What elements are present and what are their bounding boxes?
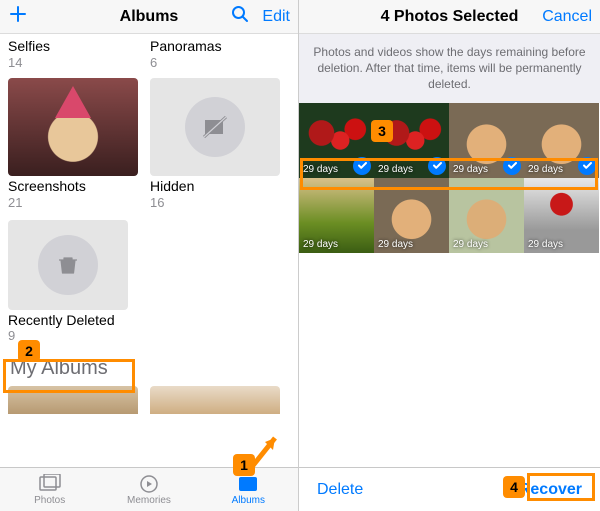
album-name: Screenshots — [8, 178, 138, 195]
days-remaining-label: 29 days — [453, 239, 488, 250]
album-recently-deleted[interactable]: Recently Deleted 9 — [8, 220, 138, 344]
days-remaining-label: 29 days — [303, 164, 338, 175]
album-screenshots[interactable]: Screenshots 21 — [8, 78, 138, 210]
search-icon — [230, 4, 250, 24]
deleted-photos-grid: 29 days 29 days 29 days 29 days 29 days 29 da… — [299, 103, 600, 253]
album-hidden[interactable]: Hidden 16 — [150, 78, 280, 210]
album-thumbnail — [8, 220, 128, 310]
album-count: 21 — [8, 195, 138, 210]
party-hat-icon — [55, 86, 91, 118]
selected-checkmark-icon — [428, 157, 446, 175]
album-panoramas[interactable]: Panoramas 6 — [150, 36, 280, 70]
tab-bar: Photos Memories Albums — [0, 467, 298, 511]
album-count: 6 — [150, 55, 280, 70]
photo-cell[interactable]: 29 days — [449, 178, 524, 253]
tab-label: Albums — [232, 495, 265, 506]
photo-cell[interactable]: 29 days — [374, 178, 449, 253]
days-remaining-label: 29 days — [303, 239, 338, 250]
days-remaining-label: 29 days — [378, 164, 413, 175]
selected-checkmark-icon — [578, 157, 596, 175]
albums-navbar: Albums Edit — [0, 0, 298, 34]
album-selfies[interactable]: Selfies 14 — [8, 36, 138, 70]
album-count: 9 — [8, 328, 138, 343]
hidden-icon — [185, 97, 245, 157]
photo-cell[interactable]: 29 days — [299, 178, 374, 253]
tab-photos[interactable]: Photos — [0, 468, 99, 511]
selected-checkmark-icon — [353, 157, 371, 175]
album-name: Selfies — [8, 38, 138, 55]
photo-cell[interactable]: 29 days — [299, 103, 374, 178]
album-name: Recently Deleted — [8, 312, 138, 329]
album-thumbnail — [8, 78, 138, 176]
album-thumbnail-partial[interactable] — [8, 386, 138, 414]
album-name: Hidden — [150, 178, 280, 195]
photo-cell[interactable]: 29 days — [524, 178, 599, 253]
photo-cell[interactable]: 29 days — [524, 103, 599, 178]
album-name: Panoramas — [150, 38, 280, 55]
tab-label: Photos — [34, 495, 65, 506]
selected-checkmark-icon — [503, 157, 521, 175]
photo-cell[interactable]: 29 days — [449, 103, 524, 178]
tab-albums[interactable]: Albums — [199, 468, 298, 511]
add-album-button[interactable] — [8, 4, 28, 29]
days-remaining-label: 29 days — [528, 164, 563, 175]
photos-icon — [38, 473, 62, 495]
albums-icon — [236, 473, 260, 495]
album-count: 16 — [150, 195, 280, 210]
album-count: 14 — [8, 55, 138, 70]
edit-button[interactable]: Edit — [262, 8, 290, 26]
days-remaining-label: 29 days — [528, 239, 563, 250]
days-remaining-label: 29 days — [453, 164, 488, 175]
recently-deleted-select-screen: 4 Photos Selected Cancel Photos and vide… — [299, 0, 600, 511]
plus-icon — [8, 4, 28, 24]
search-button[interactable] — [230, 4, 250, 29]
delete-button[interactable]: Delete — [317, 481, 363, 499]
recover-button[interactable]: Recover — [519, 481, 582, 499]
deletion-info-banner: Photos and videos show the days remainin… — [299, 34, 600, 103]
trash-icon — [38, 235, 98, 295]
select-navbar: 4 Photos Selected Cancel — [299, 0, 600, 34]
albums-screen: Albums Edit Selfies 14 Panoramas 6 — [0, 0, 299, 511]
tab-memories[interactable]: Memories — [99, 468, 198, 511]
days-remaining-label: 29 days — [378, 239, 413, 250]
photo-cell[interactable]: 29 days — [374, 103, 449, 178]
memories-icon — [138, 473, 160, 495]
albums-scroll[interactable]: Selfies 14 Panoramas 6 Screenshots 21 — [0, 34, 298, 467]
cancel-button[interactable]: Cancel — [542, 8, 592, 26]
tab-label: Memories — [127, 495, 171, 506]
bottom-toolbar: Delete Recover — [299, 467, 600, 511]
album-thumbnail — [150, 78, 280, 176]
album-thumbnail-partial[interactable] — [150, 386, 280, 414]
my-albums-header: My Albums — [10, 357, 290, 380]
